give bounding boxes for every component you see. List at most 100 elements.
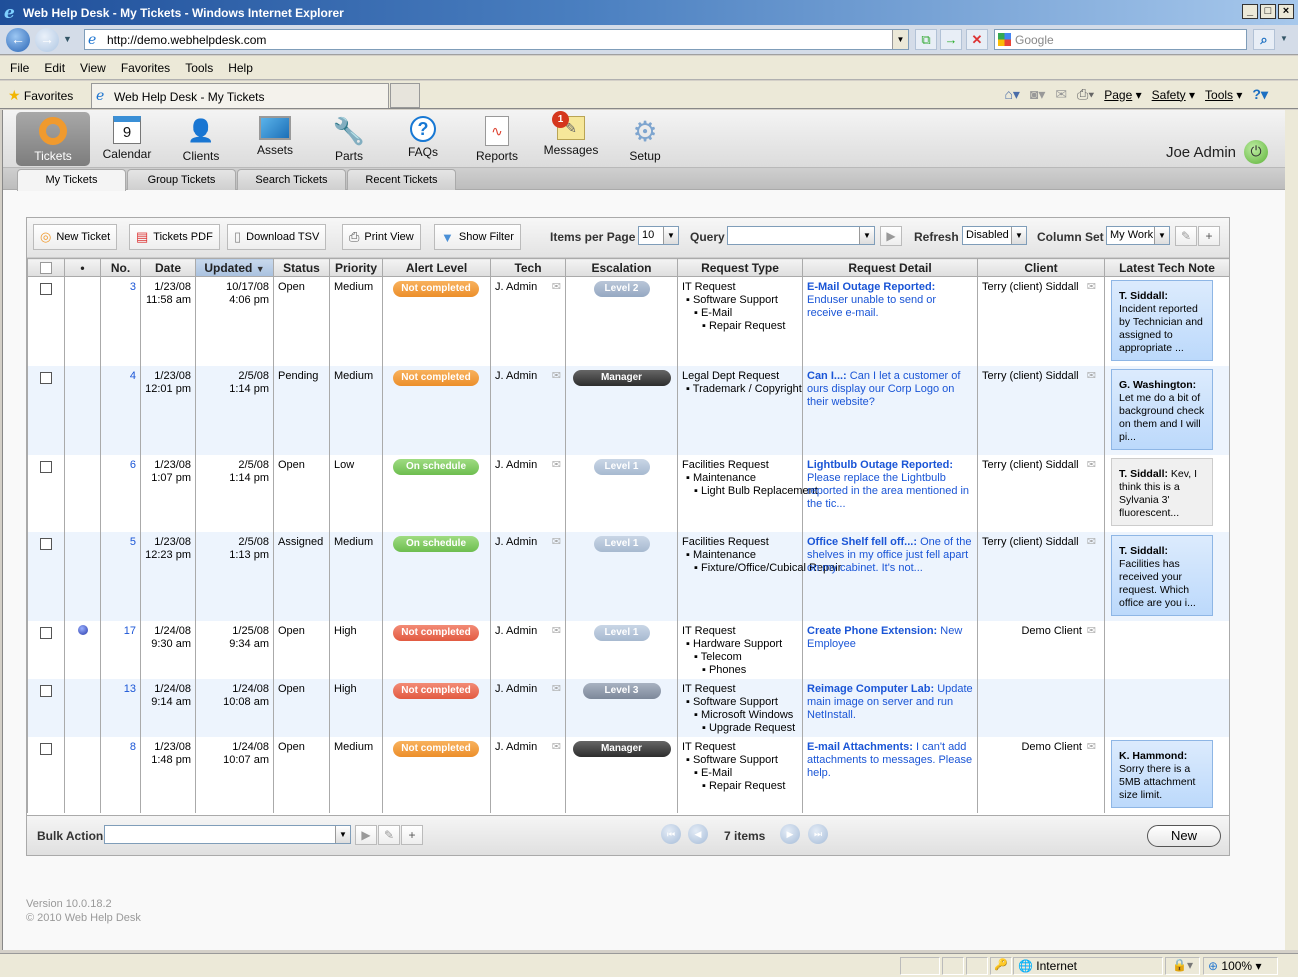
- nav-setup[interactable]: ⚙ Setup: [608, 112, 682, 166]
- nav-calendar[interactable]: 9 Calendar: [90, 112, 164, 166]
- table-row[interactable]: 6 1/23/08 1:07 pm 2/5/08 1:14 pm Open Low …: [27, 454, 1230, 532]
- nav-messages[interactable]: 1 ✎ Messages: [534, 111, 608, 166]
- table-row[interactable]: 13 1/24/08 9:14 am 1/24/08 10:08 am Open H…: [27, 678, 1230, 737]
- tech-note[interactable]: K. Hammond: Sorry there is a 5MB attachm…: [1111, 739, 1213, 808]
- tab-my-tickets[interactable]: My Tickets: [17, 169, 126, 191]
- next-page-button[interactable]: ▶: [780, 824, 800, 844]
- tools-menu[interactable]: Tools ▾: [1205, 88, 1242, 102]
- bulk-action-select[interactable]: ▼: [104, 825, 351, 844]
- url-input[interactable]: e http://demo.webhelpdesk.com ▼: [84, 29, 909, 50]
- edit-column-set-button[interactable]: ✎: [1175, 226, 1197, 246]
- tech-note[interactable]: T. Siddall: Facilities has received your…: [1111, 534, 1213, 616]
- print-view-button[interactable]: ⎙ Print View: [342, 224, 421, 250]
- tech-note[interactable]: T. Siddall: Kev, I think this is a Sylva…: [1111, 457, 1213, 526]
- menu-edit[interactable]: Edit: [44, 61, 65, 75]
- client-name[interactable]: Terry (client) Siddall: [982, 281, 1079, 293]
- print-icon[interactable]: ⎙▾: [1077, 86, 1094, 103]
- row-select-cell[interactable]: [27, 736, 65, 813]
- email-icon[interactable]: ✉: [552, 625, 561, 638]
- favorites-button[interactable]: ★ Favorites: [8, 87, 73, 104]
- column-header[interactable]: Client: [977, 258, 1105, 277]
- home-icon[interactable]: ⌂▾: [1004, 86, 1019, 103]
- forward-button[interactable]: →: [35, 28, 59, 52]
- column-header[interactable]: Priority: [329, 258, 383, 277]
- tab-group-tickets[interactable]: Group Tickets: [127, 169, 236, 190]
- request-detail-link[interactable]: Reimage Computer Lab: Update main image …: [802, 678, 978, 737]
- menu-favorites[interactable]: Favorites: [121, 61, 170, 75]
- new-button[interactable]: New: [1147, 825, 1221, 847]
- history-dropdown-icon[interactable]: ▼: [63, 34, 72, 44]
- ticket-number[interactable]: 17: [100, 620, 141, 679]
- client-name[interactable]: Terry (client) Siddall: [982, 370, 1079, 382]
- vertical-scrollbar[interactable]: [1285, 110, 1298, 950]
- column-header[interactable]: Tech: [490, 258, 566, 277]
- new-ticket-button[interactable]: ◎ New Ticket: [33, 224, 118, 250]
- nav-reports[interactable]: ∿ Reports: [460, 112, 534, 166]
- maximize-button[interactable]: □: [1260, 4, 1276, 19]
- add-column-set-button[interactable]: +: [1198, 226, 1220, 246]
- logout-plug-icon[interactable]: ⏻: [1244, 140, 1268, 164]
- row-select-cell[interactable]: [27, 678, 65, 737]
- column-header[interactable]: No.: [100, 258, 141, 277]
- row-checkbox[interactable]: [40, 371, 52, 384]
- safety-menu[interactable]: Safety ▾: [1152, 88, 1195, 102]
- select-all-header[interactable]: [27, 258, 65, 277]
- row-select-cell[interactable]: [27, 531, 65, 621]
- column-header[interactable]: Date: [140, 258, 196, 277]
- column-set-select[interactable]: My Work ▼: [1106, 226, 1170, 245]
- nav-assets[interactable]: Assets: [238, 112, 312, 166]
- nav-faqs[interactable]: ? FAQs: [386, 112, 460, 166]
- minimize-button[interactable]: _: [1242, 4, 1258, 19]
- ticket-number[interactable]: 3: [100, 276, 141, 366]
- client-name[interactable]: Terry (client) Siddall: [982, 459, 1079, 471]
- email-icon[interactable]: ✉: [552, 459, 561, 472]
- select-all-checkbox[interactable]: [40, 261, 52, 274]
- search-input[interactable]: Google: [994, 29, 1247, 50]
- search-button[interactable]: ⌕: [1253, 29, 1275, 50]
- row-checkbox[interactable]: [40, 742, 52, 755]
- email-icon[interactable]: ✉: [552, 370, 561, 383]
- row-checkbox[interactable]: [40, 283, 52, 295]
- table-row[interactable]: 8 1/23/08 1:48 pm 1/24/08 10:07 am Open Me…: [27, 736, 1230, 813]
- email-icon[interactable]: ✉: [1087, 741, 1096, 754]
- row-select-cell[interactable]: [27, 276, 65, 366]
- column-header[interactable]: Request Detail: [802, 258, 978, 277]
- column-header[interactable]: Latest Tech Note: [1104, 258, 1230, 277]
- ticket-number[interactable]: 4: [100, 365, 141, 455]
- nav-tickets[interactable]: Tickets: [16, 112, 90, 166]
- back-button[interactable]: ←: [6, 28, 30, 52]
- ticket-number[interactable]: 5: [100, 531, 141, 621]
- tech-note[interactable]: T. Siddall: Incident reported by Technic…: [1111, 280, 1213, 361]
- request-detail-link[interactable]: Lightbulb Outage Reported: Please replac…: [802, 454, 978, 532]
- first-page-button[interactable]: ⏮: [661, 824, 681, 844]
- row-checkbox[interactable]: [40, 460, 52, 473]
- menu-tools[interactable]: Tools: [185, 61, 213, 75]
- ticket-number[interactable]: 13: [100, 678, 141, 737]
- email-icon[interactable]: ✉: [552, 683, 561, 696]
- add-bulk-action-button[interactable]: +: [401, 825, 423, 845]
- menu-file[interactable]: File: [10, 61, 29, 75]
- feeds-icon[interactable]: ◙▾: [1030, 86, 1045, 103]
- last-page-button[interactable]: ⏭: [808, 824, 828, 844]
- new-tab-button[interactable]: [390, 83, 420, 108]
- show-filter-button[interactable]: ▼ Show Filter: [434, 224, 521, 250]
- browser-tab[interactable]: e Web Help Desk - My Tickets: [91, 83, 389, 108]
- column-header[interactable]: •: [64, 258, 101, 277]
- email-icon[interactable]: ✉: [552, 536, 561, 549]
- download-tsv-button[interactable]: ▯ Download TSV: [227, 224, 327, 250]
- email-icon[interactable]: ✉: [1087, 625, 1096, 638]
- ticket-number[interactable]: 8: [100, 736, 141, 813]
- request-detail-link[interactable]: Office Shelf fell off...: One of the she…: [802, 531, 978, 621]
- close-button[interactable]: ×: [1278, 4, 1294, 19]
- email-icon[interactable]: ✉: [1087, 459, 1096, 472]
- email-icon[interactable]: ✉: [1087, 281, 1096, 294]
- prev-page-button[interactable]: ◀: [688, 824, 708, 844]
- tab-search-tickets[interactable]: Search Tickets: [237, 169, 346, 190]
- tickets-pdf-button[interactable]: ▤ Tickets PDF: [129, 224, 220, 250]
- column-header[interactable]: Status: [273, 258, 330, 277]
- row-select-cell[interactable]: [27, 454, 65, 532]
- request-detail-link[interactable]: E-Mail Outage Reported: Enduser unable t…: [802, 276, 978, 366]
- refresh-select[interactable]: Disabled ▼: [962, 226, 1027, 245]
- client-name[interactable]: Demo Client: [1021, 625, 1082, 637]
- url-dropdown-icon[interactable]: ▼: [892, 30, 908, 49]
